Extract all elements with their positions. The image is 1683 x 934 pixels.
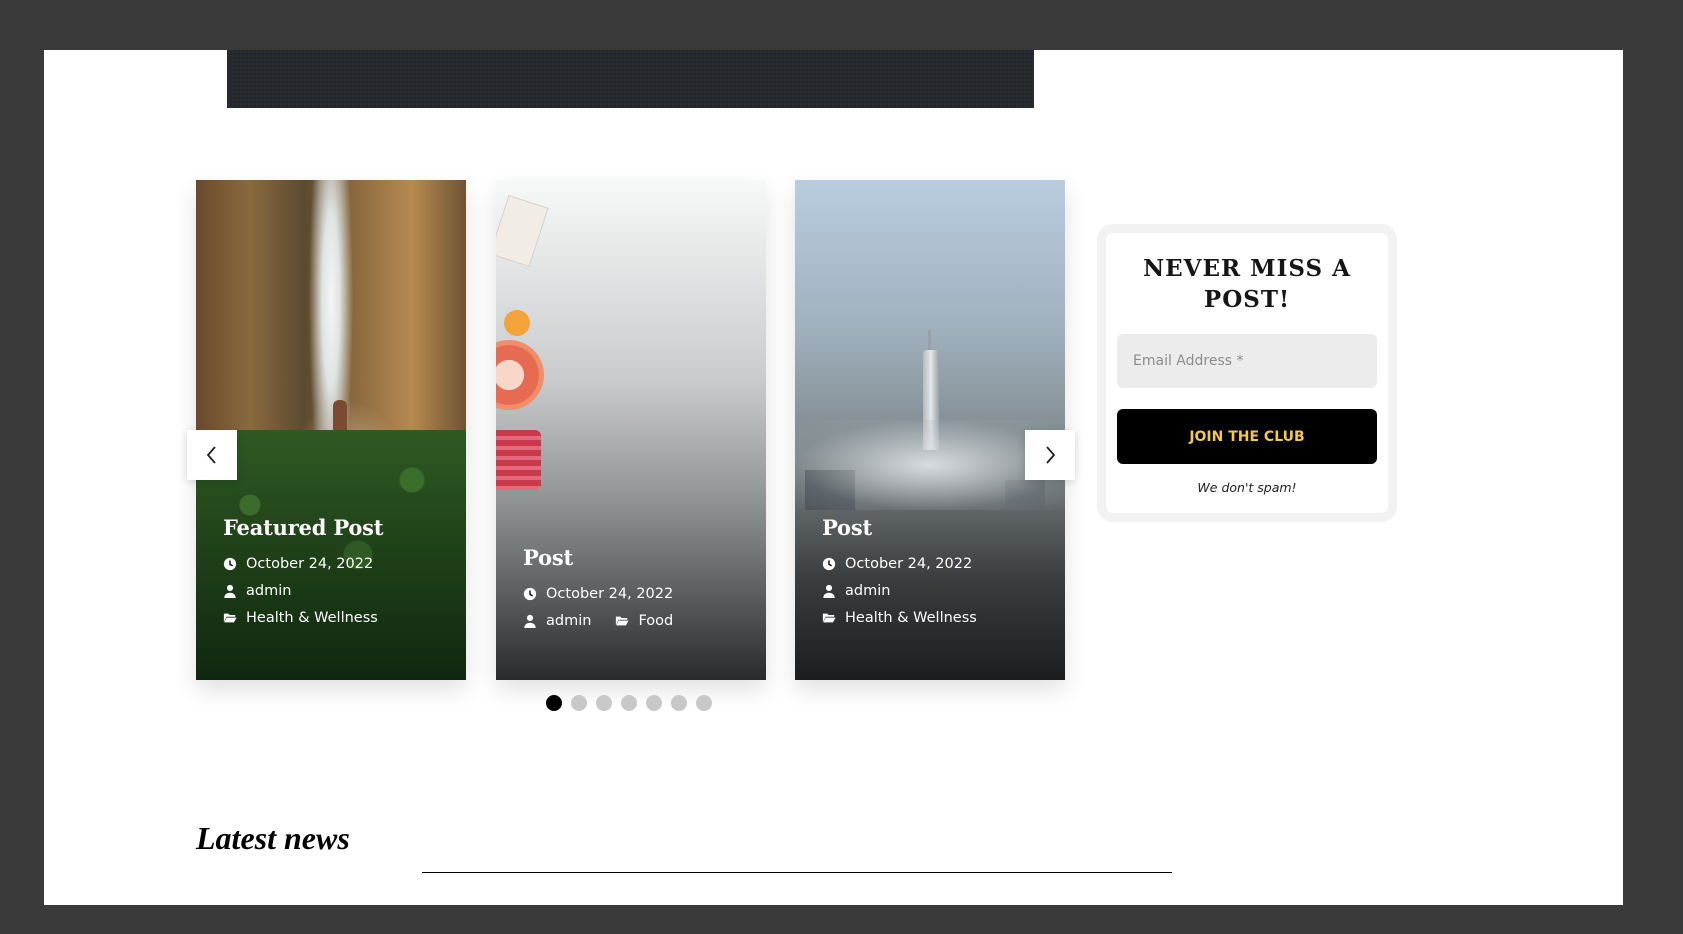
card-image-orange (504, 310, 530, 336)
post-category[interactable]: Food (638, 613, 673, 629)
user-icon (524, 614, 536, 628)
user-icon (224, 584, 236, 598)
clock-icon (822, 557, 836, 571)
clock-icon (223, 557, 237, 571)
slider-dot-5[interactable] (646, 695, 662, 711)
card-text: Post October 24, 2022 admin Food (523, 545, 750, 640)
card-title[interactable]: Post (523, 545, 750, 570)
post-category[interactable]: Health & Wellness (246, 610, 378, 626)
slider-dot-2[interactable] (571, 695, 587, 711)
meta-category: Health & Wellness (223, 610, 450, 626)
chevron-right-icon (1046, 446, 1056, 464)
newsletter-title: NEVER MISS A POST! (1143, 255, 1351, 313)
post-author[interactable]: admin (546, 613, 591, 629)
newsletter-widget: NEVER MISS A POST! JOIN THE CLUB We don'… (1097, 224, 1397, 522)
slider-pagination (546, 695, 712, 711)
slider-dot-3[interactable] (596, 695, 612, 711)
meta-date: October 24, 2022 (822, 556, 1049, 572)
email-input[interactable] (1117, 334, 1377, 388)
post-date: October 24, 2022 (546, 586, 674, 602)
meta-author-category: admin Food (523, 613, 750, 629)
folder-open-icon (822, 613, 836, 623)
top-banner (227, 50, 1034, 108)
folder-open-icon (223, 613, 237, 623)
post-author[interactable]: admin (845, 583, 890, 599)
post-card-food[interactable]: Post October 24, 2022 admin Food (496, 180, 766, 680)
card-text: Post October 24, 2022 admin Health & Wel… (822, 515, 1049, 637)
card-title[interactable]: Post (822, 515, 1049, 540)
card-title[interactable]: Featured Post (223, 515, 450, 540)
post-date: October 24, 2022 (246, 556, 374, 572)
slider-dot-6[interactable] (671, 695, 687, 711)
folder-open-icon (616, 616, 629, 626)
latest-news-heading: Latest news (196, 820, 350, 856)
post-date: October 24, 2022 (845, 556, 973, 572)
slider-dot-4[interactable] (621, 695, 637, 711)
slider-next-button[interactable] (1025, 430, 1075, 480)
clock-icon (523, 587, 537, 601)
card-image-rhubarb (496, 430, 541, 490)
post-author[interactable]: admin (246, 583, 291, 599)
meta-author: admin (223, 583, 450, 599)
card-text: Featured Post October 24, 2022 admin Hea… (223, 515, 450, 637)
no-spam-note: We don't spam! (1197, 480, 1297, 495)
join-club-button[interactable]: JOIN THE CLUB (1117, 409, 1377, 464)
slider-dot-7[interactable] (696, 695, 712, 711)
post-category[interactable]: Health & Wellness (845, 610, 977, 626)
slider-dot-1[interactable] (546, 695, 562, 711)
meta-date: October 24, 2022 (523, 586, 750, 602)
chevron-left-icon (206, 446, 216, 464)
meta-author: admin (822, 583, 1049, 599)
meta-date: October 24, 2022 (223, 556, 450, 572)
user-icon (823, 584, 835, 598)
slider-prev-button[interactable] (187, 430, 237, 480)
page: Featured Post October 24, 2022 admin Hea… (44, 50, 1623, 905)
section-divider (422, 872, 1172, 873)
meta-category: Health & Wellness (822, 610, 1049, 626)
